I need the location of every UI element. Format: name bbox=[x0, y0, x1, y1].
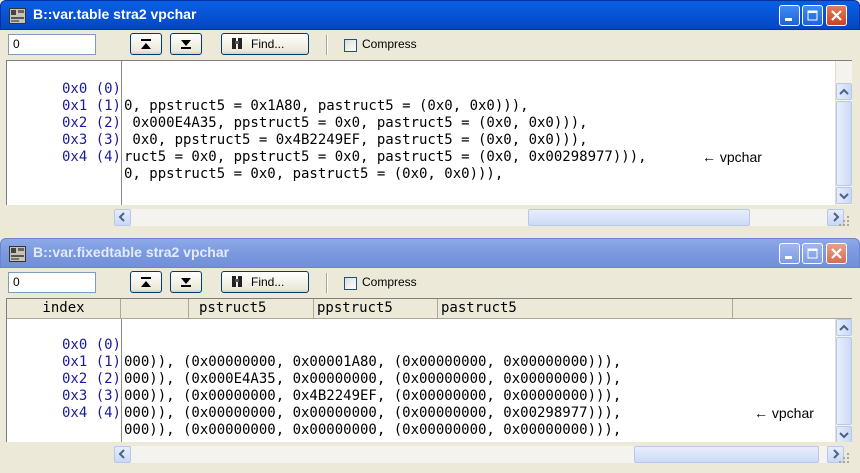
horizontal-scroll-area bbox=[6, 205, 852, 229]
scroll-down-button[interactable] bbox=[836, 426, 852, 442]
table-row[interactable]: 0x0 (0) 000)), (0x00000000, 0x00001A80, … bbox=[7, 320, 835, 370]
maximize-icon bbox=[807, 10, 818, 21]
close-icon bbox=[831, 248, 842, 259]
find-label: Find... bbox=[251, 37, 285, 51]
scroll-up-button[interactable] bbox=[836, 83, 852, 100]
compress-label: Compress bbox=[362, 37, 417, 51]
table-row[interactable]: 0x0 (0) 0, ppstruct5 = 0x1A80, pastruct5… bbox=[7, 64, 835, 114]
toolbar-separator bbox=[326, 35, 328, 55]
toolbar: 0 Find... Compress bbox=[0, 268, 860, 298]
scroll-left-button[interactable] bbox=[114, 209, 131, 226]
maximize-icon bbox=[807, 248, 818, 259]
goto-bottom-button[interactable] bbox=[170, 271, 202, 293]
close-button[interactable] bbox=[826, 5, 847, 26]
chevron-down-icon bbox=[839, 193, 849, 200]
row-value: 0, ppstruct5 = 0x0, pastruct5 = (0x0, 0x… bbox=[124, 166, 504, 182]
minimize-icon bbox=[785, 256, 792, 259]
goto-top-button[interactable] bbox=[130, 33, 162, 55]
chevron-up-icon bbox=[839, 88, 849, 95]
goto-bottom-button[interactable] bbox=[170, 33, 202, 55]
chevron-left-icon bbox=[118, 212, 125, 222]
minimize-icon bbox=[785, 18, 792, 21]
horizontal-scrollbar[interactable] bbox=[114, 209, 844, 226]
maximize-button[interactable] bbox=[802, 243, 823, 264]
find-button[interactable]: Find... bbox=[221, 271, 309, 293]
minimize-button[interactable] bbox=[779, 5, 800, 26]
table-header: index pstruct5 ppstruct5 pastruct5 bbox=[7, 299, 852, 319]
row-index: 0x4 (4) bbox=[61, 149, 121, 165]
window-title: B::var.fixedtable stra2 vpchar bbox=[33, 244, 230, 260]
var-table-window: B::var.table stra2 vpchar 0 Find... Comp… bbox=[0, 0, 860, 236]
scroll-up-button[interactable] bbox=[836, 319, 852, 336]
var-fixedtable-window: B::var.fixedtable stra2 vpchar 0 Find...… bbox=[0, 238, 860, 473]
table-row[interactable]: 0x3 (3) 000)), (0x00000000, 0x00000000, … bbox=[7, 371, 835, 421]
binoculars-icon bbox=[232, 276, 242, 287]
vertical-scrollbar[interactable] bbox=[835, 319, 852, 442]
column-header-pastruct5[interactable]: pastruct5 bbox=[438, 299, 733, 318]
table-row[interactable]: 0x4 (4) 0, ppstruct5 = 0x0, pastruct5 = … bbox=[7, 132, 835, 182]
close-icon bbox=[831, 10, 842, 21]
row-value: 000)), (0x00000000, 0x00000000, (0x00000… bbox=[124, 405, 622, 421]
toolbar-separator bbox=[326, 273, 328, 293]
vertical-scroll-thumb[interactable] bbox=[836, 101, 852, 186]
row-index: 0x4 (4) bbox=[61, 405, 121, 421]
column-header-pstruct5[interactable]: pstruct5 bbox=[189, 299, 314, 318]
vertical-scrollbar[interactable] bbox=[835, 61, 852, 205]
find-label: Find... bbox=[251, 275, 285, 289]
binoculars-icon bbox=[232, 38, 242, 49]
goto-top-icon bbox=[141, 39, 151, 49]
scroll-left-button[interactable] bbox=[114, 446, 131, 463]
column-header-ppstruct5[interactable]: ppstruct5 bbox=[314, 299, 438, 318]
find-button[interactable]: Find... bbox=[221, 33, 309, 55]
window-titlebar[interactable]: B::var.fixedtable stra2 vpchar bbox=[0, 238, 860, 268]
resize-grip-icon[interactable] bbox=[838, 452, 850, 464]
horizontal-scroll-thumb[interactable] bbox=[528, 209, 750, 226]
window-title: B::var.table stra2 vpchar bbox=[33, 6, 197, 22]
compress-checkbox[interactable] bbox=[344, 39, 357, 52]
index-input[interactable]: 0 bbox=[8, 272, 96, 293]
table-row[interactable]: 0x4 (4) 000)), (0x00000000, 0x00000000, … bbox=[7, 388, 835, 438]
table-row[interactable]: 0x3 (3) ruct5 = 0x0, ppstruct5 = 0x0, pa… bbox=[7, 115, 835, 165]
compress-label: Compress bbox=[362, 275, 417, 289]
row-value: ruct5 = 0x0, ppstruct5 = 0x0, pastruct5 … bbox=[124, 149, 647, 165]
horizontal-scroll-area bbox=[6, 442, 852, 466]
maximize-button[interactable] bbox=[802, 5, 823, 26]
vpchar-pointer-note: ← vpchar bbox=[702, 149, 762, 165]
index-input[interactable]: 0 bbox=[8, 34, 96, 55]
fixed-table-content[interactable]: index pstruct5 ppstruct5 pastruct5 0x0 (… bbox=[6, 298, 852, 442]
compress-checkbox[interactable] bbox=[344, 277, 357, 290]
table-row[interactable]: 0x1 (1) 000)), (0x000E4A35, 0x00000000, … bbox=[7, 337, 835, 387]
chevron-up-icon bbox=[839, 324, 849, 331]
resize-grip-icon[interactable] bbox=[838, 215, 850, 227]
goto-top-button[interactable] bbox=[130, 271, 162, 293]
table-row[interactable]: 0x2 (2) 0x0, ppstruct5 = 0x4B2249EF, pas… bbox=[7, 98, 835, 165]
goto-top-icon bbox=[141, 277, 151, 287]
table-content[interactable]: 0x0 (0) 0, ppstruct5 = 0x1A80, pastruct5… bbox=[6, 60, 852, 205]
row-value: 000)), (0x00000000, 0x00000000, (0x00000… bbox=[124, 422, 622, 438]
window-titlebar[interactable]: B::var.table stra2 vpchar bbox=[0, 0, 860, 30]
table-row[interactable]: 0x2 (2) 000)), (0x00000000, 0x4B2249EF, … bbox=[7, 354, 835, 421]
goto-bottom-icon bbox=[181, 278, 191, 287]
trace32-app-icon bbox=[9, 246, 26, 262]
vpchar-pointer-note: ← vpchar bbox=[754, 405, 814, 421]
column-header-index[interactable]: index bbox=[7, 299, 121, 318]
horizontal-scroll-thumb[interactable] bbox=[634, 446, 819, 463]
horizontal-scrollbar[interactable] bbox=[114, 446, 844, 463]
table-row[interactable]: 0x1 (1) 0x000E4A35, ppstruct5 = 0x0, pas… bbox=[7, 81, 835, 131]
vertical-scroll-thumb[interactable] bbox=[836, 337, 852, 425]
toolbar: 0 Find... Compress bbox=[0, 30, 860, 60]
chevron-down-icon bbox=[839, 432, 849, 439]
goto-bottom-icon bbox=[181, 40, 191, 49]
column-header-blank[interactable] bbox=[121, 299, 189, 318]
minimize-button[interactable] bbox=[779, 243, 800, 264]
chevron-left-icon bbox=[118, 449, 125, 459]
close-button[interactable] bbox=[826, 243, 847, 264]
trace32-app-icon bbox=[9, 8, 26, 24]
scroll-down-button[interactable] bbox=[836, 187, 852, 204]
